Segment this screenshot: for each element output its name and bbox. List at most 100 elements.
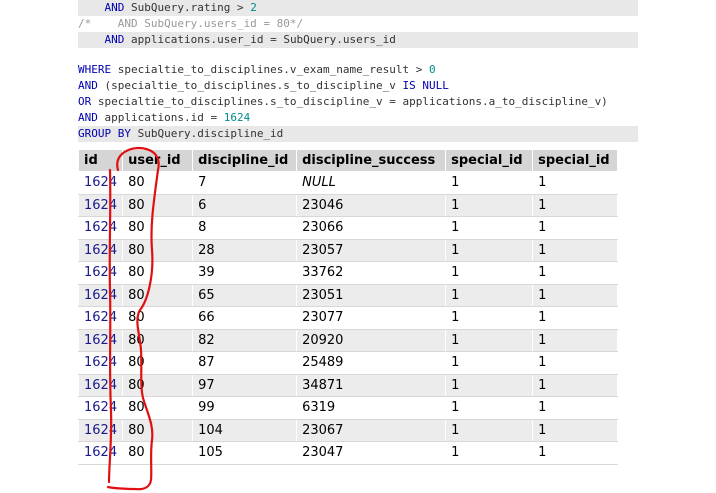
table-row[interactable]: 1624 80 39 33762 1 1 — [77, 261, 619, 285]
sql-comment: /* AND SubQuery.users_id = 80*/ — [78, 17, 304, 30]
cell-id: 1624 — [77, 216, 124, 240]
column-header-special-id-2[interactable]: special_id — [532, 149, 619, 172]
column-header-special-id[interactable]: special_id — [445, 149, 534, 172]
table-row[interactable]: 1624 80 105 23047 1 1 — [77, 441, 619, 465]
cell-special-id: 1 — [445, 193, 534, 217]
sql-text: applications.id = — [97, 111, 224, 124]
sql-text: applications.user_id = SubQuery.users_id — [124, 33, 396, 46]
cell-special-id: 1 — [445, 238, 534, 262]
cell-user-id: 80 — [122, 306, 194, 330]
cell-user-id: 80 — [122, 238, 194, 262]
cell-id: 1624 — [77, 238, 124, 262]
cell-user-id: 80 — [122, 373, 194, 397]
table-row[interactable]: 1624 80 99 6319 1 1 — [77, 396, 619, 420]
cell-special-id-2: 1 — [532, 418, 619, 442]
table-row[interactable]: 1624 80 8 23066 1 1 — [77, 216, 619, 240]
query-results-table: id user_id discipline_id discipline_succ… — [77, 149, 619, 465]
table-row[interactable]: 1624 80 104 23067 1 1 — [77, 418, 619, 442]
cell-special-id-2: 1 — [532, 261, 619, 285]
sql-line[interactable] — [78, 48, 638, 62]
cell-discipline-id: 87 — [192, 351, 298, 375]
table-row[interactable]: 1624 80 7 NULL 1 1 — [77, 171, 619, 195]
sql-text: (specialtie_to_disciplines.s_to_discipli… — [97, 79, 403, 92]
cell-special-id-2: 1 — [532, 193, 619, 217]
cell-discipline-success: 23051 — [296, 283, 447, 307]
sql-number: 1624 — [223, 111, 251, 124]
cell-discipline-success: 33762 — [296, 261, 447, 285]
cell-special-id-2: 1 — [532, 328, 619, 352]
sql-line[interactable]: WHERE specialtie_to_disciplines.v_exam_n… — [78, 62, 638, 78]
sql-line[interactable]: AND applications.user_id = SubQuery.user… — [78, 32, 638, 48]
sql-text: SubQuery.discipline_id — [130, 127, 284, 140]
sql-query-editor[interactable]: AND SubQuery.rating > 2/* AND SubQuery.u… — [78, 0, 638, 142]
cell-user-id: 80 — [122, 351, 194, 375]
cell-discipline-id: 8 — [192, 216, 298, 240]
column-header-discipline-success[interactable]: discipline_success — [296, 149, 447, 172]
column-header-id[interactable]: id — [77, 149, 124, 172]
cell-discipline-success: 23057 — [296, 238, 447, 262]
sql-keyword: AND — [78, 79, 98, 92]
cell-special-id: 1 — [445, 351, 534, 375]
cell-special-id: 1 — [445, 283, 534, 307]
cell-special-id: 1 — [445, 306, 534, 330]
cell-discipline-id: 28 — [192, 238, 298, 262]
cell-discipline-success: 34871 — [296, 373, 447, 397]
sql-line[interactable]: AND SubQuery.rating > 2 — [78, 0, 638, 16]
cell-special-id: 1 — [445, 216, 534, 240]
cell-user-id: 80 — [122, 418, 194, 442]
column-header-discipline-id[interactable]: discipline_id — [192, 149, 298, 172]
cell-discipline-success: 23067 — [296, 418, 447, 442]
cell-discipline-id: 105 — [192, 441, 298, 465]
cell-user-id: 80 — [122, 171, 194, 195]
cell-discipline-success: NULL — [296, 171, 447, 195]
cell-special-id: 1 — [445, 328, 534, 352]
cell-special-id-2: 1 — [532, 216, 619, 240]
sql-number: 2 — [250, 1, 257, 14]
table-row[interactable]: 1624 80 87 25489 1 1 — [77, 351, 619, 375]
sql-line[interactable]: AND applications.id = 1624 — [78, 110, 638, 126]
cell-special-id-2: 1 — [532, 238, 619, 262]
table-row[interactable]: 1624 80 97 34871 1 1 — [77, 373, 619, 397]
sql-number: 0 — [429, 63, 436, 76]
cell-special-id-2: 1 — [532, 441, 619, 465]
cell-id: 1624 — [77, 396, 124, 420]
table-row[interactable]: 1624 80 65 23051 1 1 — [77, 283, 619, 307]
cell-discipline-success: 23046 — [296, 193, 447, 217]
cell-user-id: 80 — [122, 283, 194, 307]
cell-special-id: 1 — [445, 261, 534, 285]
sql-text: specialtie_to_disciplines.v_exam_name_re… — [111, 63, 430, 76]
cell-discipline-id: 7 — [192, 171, 298, 195]
cell-discipline-success: 25489 — [296, 351, 447, 375]
sql-line[interactable]: OR specialtie_to_disciplines.s_to_discip… — [78, 94, 638, 110]
table-row[interactable]: 1624 80 6 23046 1 1 — [77, 193, 619, 217]
sql-keyword: IS NULL — [402, 79, 449, 92]
cell-user-id: 80 — [122, 441, 194, 465]
sql-keyword: AND — [104, 1, 125, 14]
cell-id: 1624 — [77, 418, 124, 442]
cell-special-id-2: 1 — [532, 171, 619, 195]
sql-keyword: AND — [104, 33, 125, 46]
cell-discipline-id: 82 — [192, 328, 298, 352]
sql-line[interactable]: AND (specialtie_to_disciplines.s_to_disc… — [78, 78, 638, 94]
table-row[interactable]: 1624 80 28 23057 1 1 — [77, 238, 619, 262]
cell-special-id-2: 1 — [532, 351, 619, 375]
cell-discipline-id: 99 — [192, 396, 298, 420]
cell-special-id-2: 1 — [532, 306, 619, 330]
cell-special-id: 1 — [445, 171, 534, 195]
table-row[interactable]: 1624 80 82 20920 1 1 — [77, 328, 619, 352]
cell-id: 1624 — [77, 193, 124, 217]
sql-keyword: GROUP BY — [78, 127, 131, 140]
cell-id: 1624 — [77, 351, 124, 375]
sql-line[interactable]: /* AND SubQuery.users_id = 80*/ — [78, 16, 638, 32]
cell-id: 1624 — [77, 328, 124, 352]
header-row: id user_id discipline_id discipline_succ… — [77, 149, 619, 172]
cell-special-id-2: 1 — [532, 373, 619, 397]
sql-keyword: WHERE — [78, 63, 112, 76]
table-row[interactable]: 1624 80 66 23077 1 1 — [77, 306, 619, 330]
cell-special-id: 1 — [445, 418, 534, 442]
cell-id: 1624 — [77, 373, 124, 397]
cell-discipline-id: 104 — [192, 418, 298, 442]
column-header-user-id[interactable]: user_id — [122, 149, 194, 172]
sql-line[interactable]: GROUP BY SubQuery.discipline_id — [78, 126, 638, 142]
